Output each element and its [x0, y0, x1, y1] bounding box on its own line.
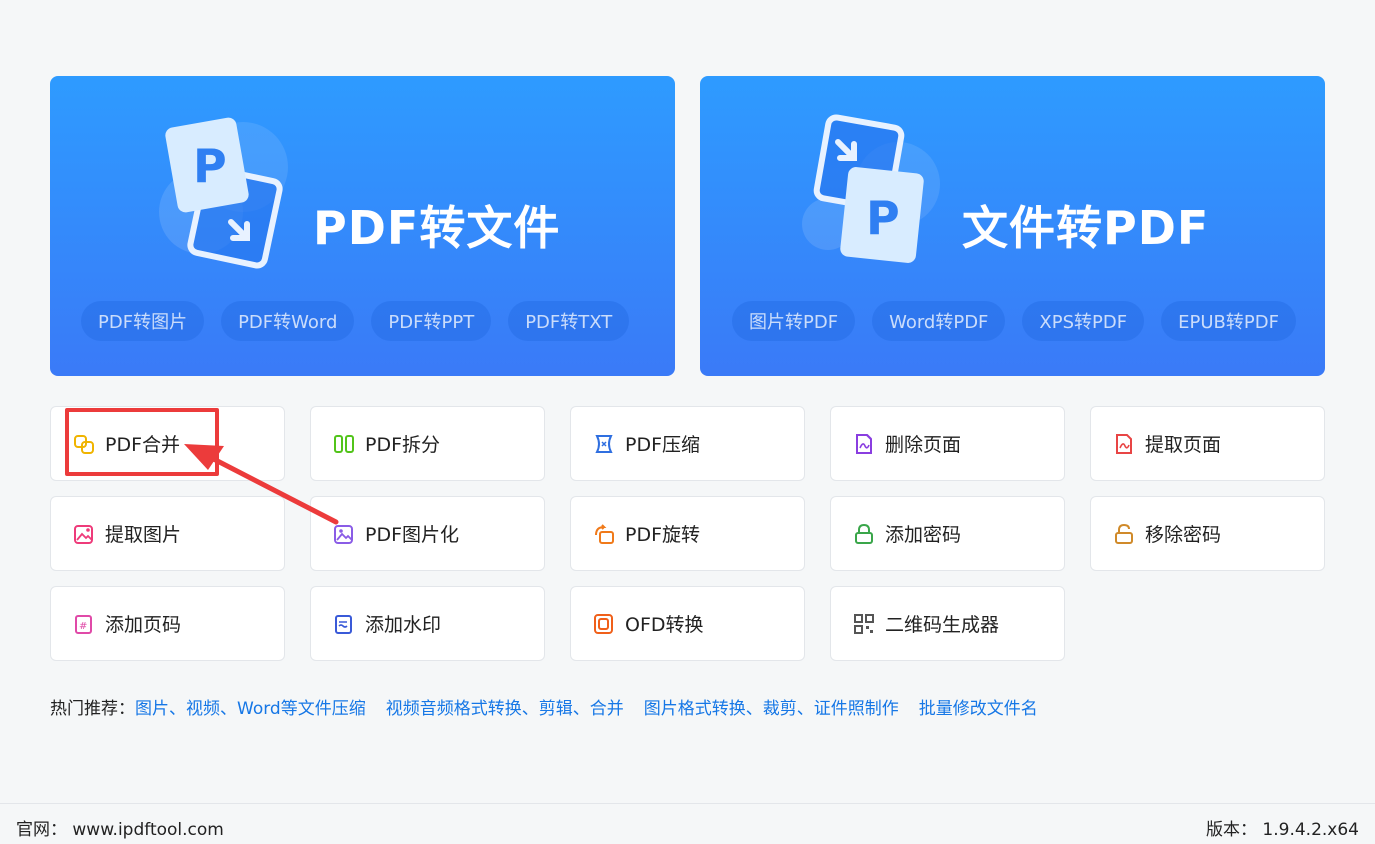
chip-row: PDF转图片 PDF转Word PDF转PPT PDF转TXT	[81, 301, 630, 341]
chip-epub-to-pdf[interactable]: EPUB转PDF	[1161, 301, 1296, 341]
tool-label: 二维码生成器	[885, 614, 1000, 636]
pdf-to-file-banner[interactable]: P PDF转文件 PDF转图片 PDF转Word PDF转PPT PDF转TXT	[50, 76, 675, 376]
svg-text:P: P	[866, 191, 900, 245]
hot-link-video-audio[interactable]: 视频音频格式转换、剪辑、合并	[386, 694, 624, 719]
tool-label: PDF压缩	[625, 434, 701, 456]
tool-label: PDF图片化	[365, 524, 460, 546]
tool-qrcode-generator[interactable]: 二维码生成器	[830, 586, 1065, 661]
tool-delete-page[interactable]: 删除页面	[830, 406, 1065, 481]
hot-link-image-format[interactable]: 图片格式转换、裁剪、证件照制作	[644, 694, 899, 719]
website-text[interactable]: 官网： www.ipdftool.com	[16, 815, 224, 840]
tool-label: PDF旋转	[625, 524, 701, 546]
hot-label: 热门推荐：	[50, 699, 135, 719]
file-to-pdf-illustration-icon: P	[802, 114, 940, 263]
hot-link-batch-rename[interactable]: 批量修改文件名	[919, 694, 1038, 719]
status-bar: 官网： www.ipdftool.com 版本： 1.9.4.2.x64	[0, 803, 1375, 844]
hot-recommendations: 热门推荐： 图片、视频、Word等文件压缩 视频音频格式转换、剪辑、合并 图片格…	[50, 694, 1058, 719]
banner-title: 文件转PDF	[962, 201, 1210, 255]
ofd-icon	[593, 613, 615, 635]
tool-label: 移除密码	[1145, 524, 1222, 546]
pdf-to-file-illustration-icon: P	[159, 117, 288, 269]
svg-text:P: P	[193, 139, 227, 193]
tool-label: OFD转换	[625, 614, 704, 636]
tool-pdf-rotate[interactable]: PDF旋转	[570, 496, 805, 571]
unlock-icon	[1113, 523, 1135, 545]
tool-pdf-compress[interactable]: PDF压缩	[570, 406, 805, 481]
chip-xps-to-pdf[interactable]: XPS转PDF	[1022, 301, 1145, 341]
chip-pdf-to-word[interactable]: PDF转Word	[221, 301, 355, 341]
extract-image-icon	[73, 523, 95, 545]
lock-icon	[853, 523, 875, 545]
tool-label: 提取页面	[1145, 434, 1222, 456]
tool-add-page-number[interactable]: # 添加页码	[50, 586, 285, 661]
tool-add-watermark[interactable]: 添加水印	[310, 586, 545, 661]
chip-row: 图片转PDF Word转PDF XPS转PDF EPUB转PDF	[732, 301, 1296, 341]
banner-title: PDF转文件	[313, 201, 561, 255]
chip-pdf-to-txt[interactable]: PDF转TXT	[508, 301, 630, 341]
tool-ofd-convert[interactable]: OFD转换	[570, 586, 805, 661]
hot-link-compress[interactable]: 图片、视频、Word等文件压缩	[135, 694, 366, 719]
tool-remove-password[interactable]: 移除密码	[1090, 496, 1325, 571]
watermark-icon	[333, 613, 355, 635]
extract-page-icon	[1113, 433, 1135, 455]
tool-label: 删除页面	[885, 434, 962, 456]
chip-pdf-to-ppt[interactable]: PDF转PPT	[371, 301, 492, 341]
chip-pdf-to-image[interactable]: PDF转图片	[81, 301, 205, 341]
tool-extract-page[interactable]: 提取页面	[1090, 406, 1325, 481]
delete-page-icon	[853, 433, 875, 455]
tool-add-password[interactable]: 添加密码	[830, 496, 1065, 571]
tool-label: 添加密码	[885, 524, 962, 546]
chip-word-to-pdf[interactable]: Word转PDF	[872, 301, 1006, 341]
qrcode-icon	[853, 613, 875, 635]
compress-icon	[593, 433, 615, 455]
page-number-icon: #	[73, 613, 95, 635]
tool-label: 添加页码	[105, 614, 182, 636]
file-to-pdf-banner[interactable]: P 文件转PDF 图片转PDF Word转PDF XPS转PDF EPUB转PD…	[700, 76, 1325, 376]
tool-label: PDF拆分	[365, 434, 441, 456]
svg-text:#: #	[79, 621, 87, 632]
tool-label: 添加水印	[365, 614, 442, 636]
rotate-icon	[593, 523, 615, 545]
version-text: 版本： 1.9.4.2.x64	[1206, 820, 1359, 840]
chip-image-to-pdf[interactable]: 图片转PDF	[732, 301, 856, 341]
annotation-arrow-icon	[184, 444, 339, 525]
